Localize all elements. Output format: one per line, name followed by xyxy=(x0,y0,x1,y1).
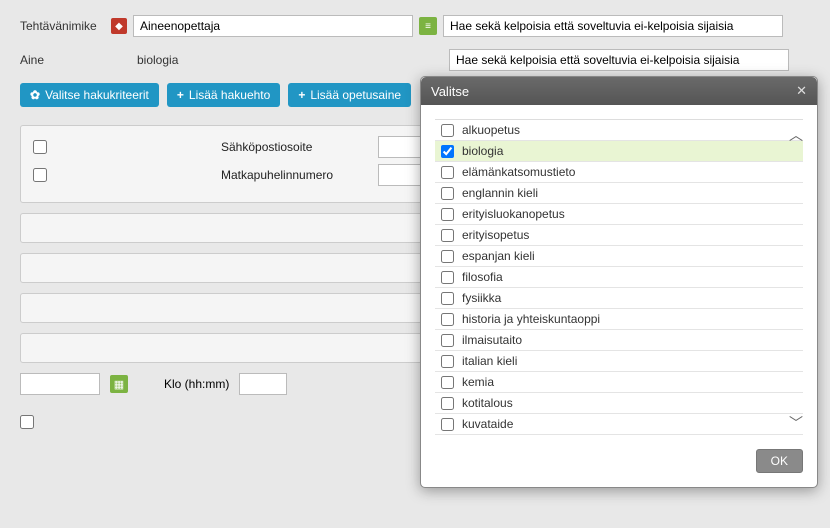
email-checkbox[interactable] xyxy=(33,140,47,154)
list-item-label: erityisopetus xyxy=(462,228,529,242)
list-item[interactable]: fysiikka xyxy=(435,288,803,309)
list-item-checkbox[interactable] xyxy=(441,376,454,389)
calendar-icon[interactable]: ▦ xyxy=(110,375,128,393)
list-icon[interactable]: ≡ xyxy=(419,17,437,35)
list-item-checkbox[interactable] xyxy=(441,418,454,431)
list-item[interactable]: erityisopetus xyxy=(435,225,803,246)
list-item-checkbox[interactable] xyxy=(441,166,454,179)
list-item-checkbox[interactable] xyxy=(441,313,454,326)
list-item-label: elämänkatsomustieto xyxy=(462,165,575,179)
list-item-label: alkuopetus xyxy=(462,123,520,137)
email-label: Sähköpostiosoite xyxy=(221,140,366,154)
phone-checkbox[interactable] xyxy=(33,168,47,182)
select-dialog: Valitse ✕ alkuopetus biologia elämänkatsom… xyxy=(420,76,818,488)
time-input[interactable] xyxy=(239,373,287,395)
list-item-checkbox[interactable] xyxy=(441,292,454,305)
list-item-checkbox[interactable] xyxy=(441,187,454,200)
list-item[interactable]: kuvataide xyxy=(435,414,803,435)
list-item-label: filosofia xyxy=(462,270,503,284)
list-item-label: ilmaisutaito xyxy=(462,333,522,347)
list-item-label: englannin kieli xyxy=(462,186,538,200)
list-item-label: kotitalous xyxy=(462,396,513,410)
add-subject-button[interactable]: + Lisää opetusaine xyxy=(288,83,411,107)
list-item-label: historia ja yhteiskuntaoppi xyxy=(462,312,600,326)
list-item[interactable]: kemia xyxy=(435,372,803,393)
scroll-up-icon[interactable]: ︿ xyxy=(787,125,805,145)
task-hint-input[interactable] xyxy=(443,15,783,37)
list-item-checkbox[interactable] xyxy=(441,124,454,137)
list-item-label: biologia xyxy=(462,144,503,158)
list-item[interactable]: englannin kieli xyxy=(435,183,803,204)
list-item-label: erityisluokanopetus xyxy=(462,207,565,221)
list-item[interactable]: biologia xyxy=(435,141,803,162)
list-item-checkbox[interactable] xyxy=(441,355,454,368)
select-criteria-button[interactable]: ✿ Valitse hakukriteerit xyxy=(20,83,159,107)
list-item-label: fysiikka xyxy=(462,291,501,305)
phone-label: Matkapuhelinnumero xyxy=(221,168,366,182)
subject-label: Aine xyxy=(20,53,105,67)
bottom-checkbox[interactable] xyxy=(20,415,34,429)
close-icon[interactable]: ✕ xyxy=(796,83,807,99)
list-item-checkbox[interactable] xyxy=(441,397,454,410)
subject-hint-input[interactable] xyxy=(449,49,789,71)
add-subject-label: Lisää opetusaine xyxy=(310,88,401,102)
list-item-checkbox[interactable] xyxy=(441,145,454,158)
list-item-label: kemia xyxy=(462,375,494,389)
list-item[interactable]: latinan kieli xyxy=(435,435,803,439)
list-item-checkbox[interactable] xyxy=(441,334,454,347)
list-item[interactable]: italian kieli xyxy=(435,351,803,372)
list-item-checkbox[interactable] xyxy=(441,250,454,263)
time-label: Klo (hh:mm) xyxy=(164,377,229,391)
list-item[interactable]: historia ja yhteiskuntaoppi xyxy=(435,309,803,330)
list-item[interactable]: alkuopetus xyxy=(435,120,803,141)
select-criteria-label: Valitse hakukriteerit xyxy=(45,88,149,102)
list-item-checkbox[interactable] xyxy=(441,229,454,242)
date-input[interactable] xyxy=(20,373,100,395)
list-item-checkbox[interactable] xyxy=(441,439,454,440)
plus-icon: + xyxy=(298,88,305,102)
list-item-label: espanjan kieli xyxy=(462,249,535,263)
gear-icon: ✿ xyxy=(30,88,40,102)
plus-icon: + xyxy=(177,88,184,102)
list-item-checkbox[interactable] xyxy=(441,271,454,284)
subject-value: biologia xyxy=(133,53,443,67)
list-item[interactable]: erityisluokanopetus xyxy=(435,204,803,225)
list-item[interactable]: espanjan kieli xyxy=(435,246,803,267)
add-term-button[interactable]: + Lisää hakuehto xyxy=(167,83,280,107)
list-item[interactable]: filosofia xyxy=(435,267,803,288)
task-label: Tehtävänimike xyxy=(20,19,105,33)
required-icon: ◆ xyxy=(111,18,127,34)
list-item-label: latinan kieli xyxy=(462,438,521,439)
task-input[interactable] xyxy=(133,15,413,37)
list-item[interactable]: ilmaisutaito xyxy=(435,330,803,351)
add-term-label: Lisää hakuehto xyxy=(189,88,270,102)
list-item-label: italian kieli xyxy=(462,354,517,368)
ok-button[interactable]: OK xyxy=(756,449,803,473)
scroll-down-icon[interactable]: ﹀ xyxy=(787,413,805,433)
subject-list: alkuopetus biologia elämänkatsomustieto eng… xyxy=(435,119,803,439)
list-item-label: kuvataide xyxy=(462,417,513,431)
list-item[interactable]: elämänkatsomustieto xyxy=(435,162,803,183)
list-item[interactable]: kotitalous xyxy=(435,393,803,414)
list-item-checkbox[interactable] xyxy=(441,208,454,221)
dialog-title: Valitse xyxy=(431,84,469,99)
